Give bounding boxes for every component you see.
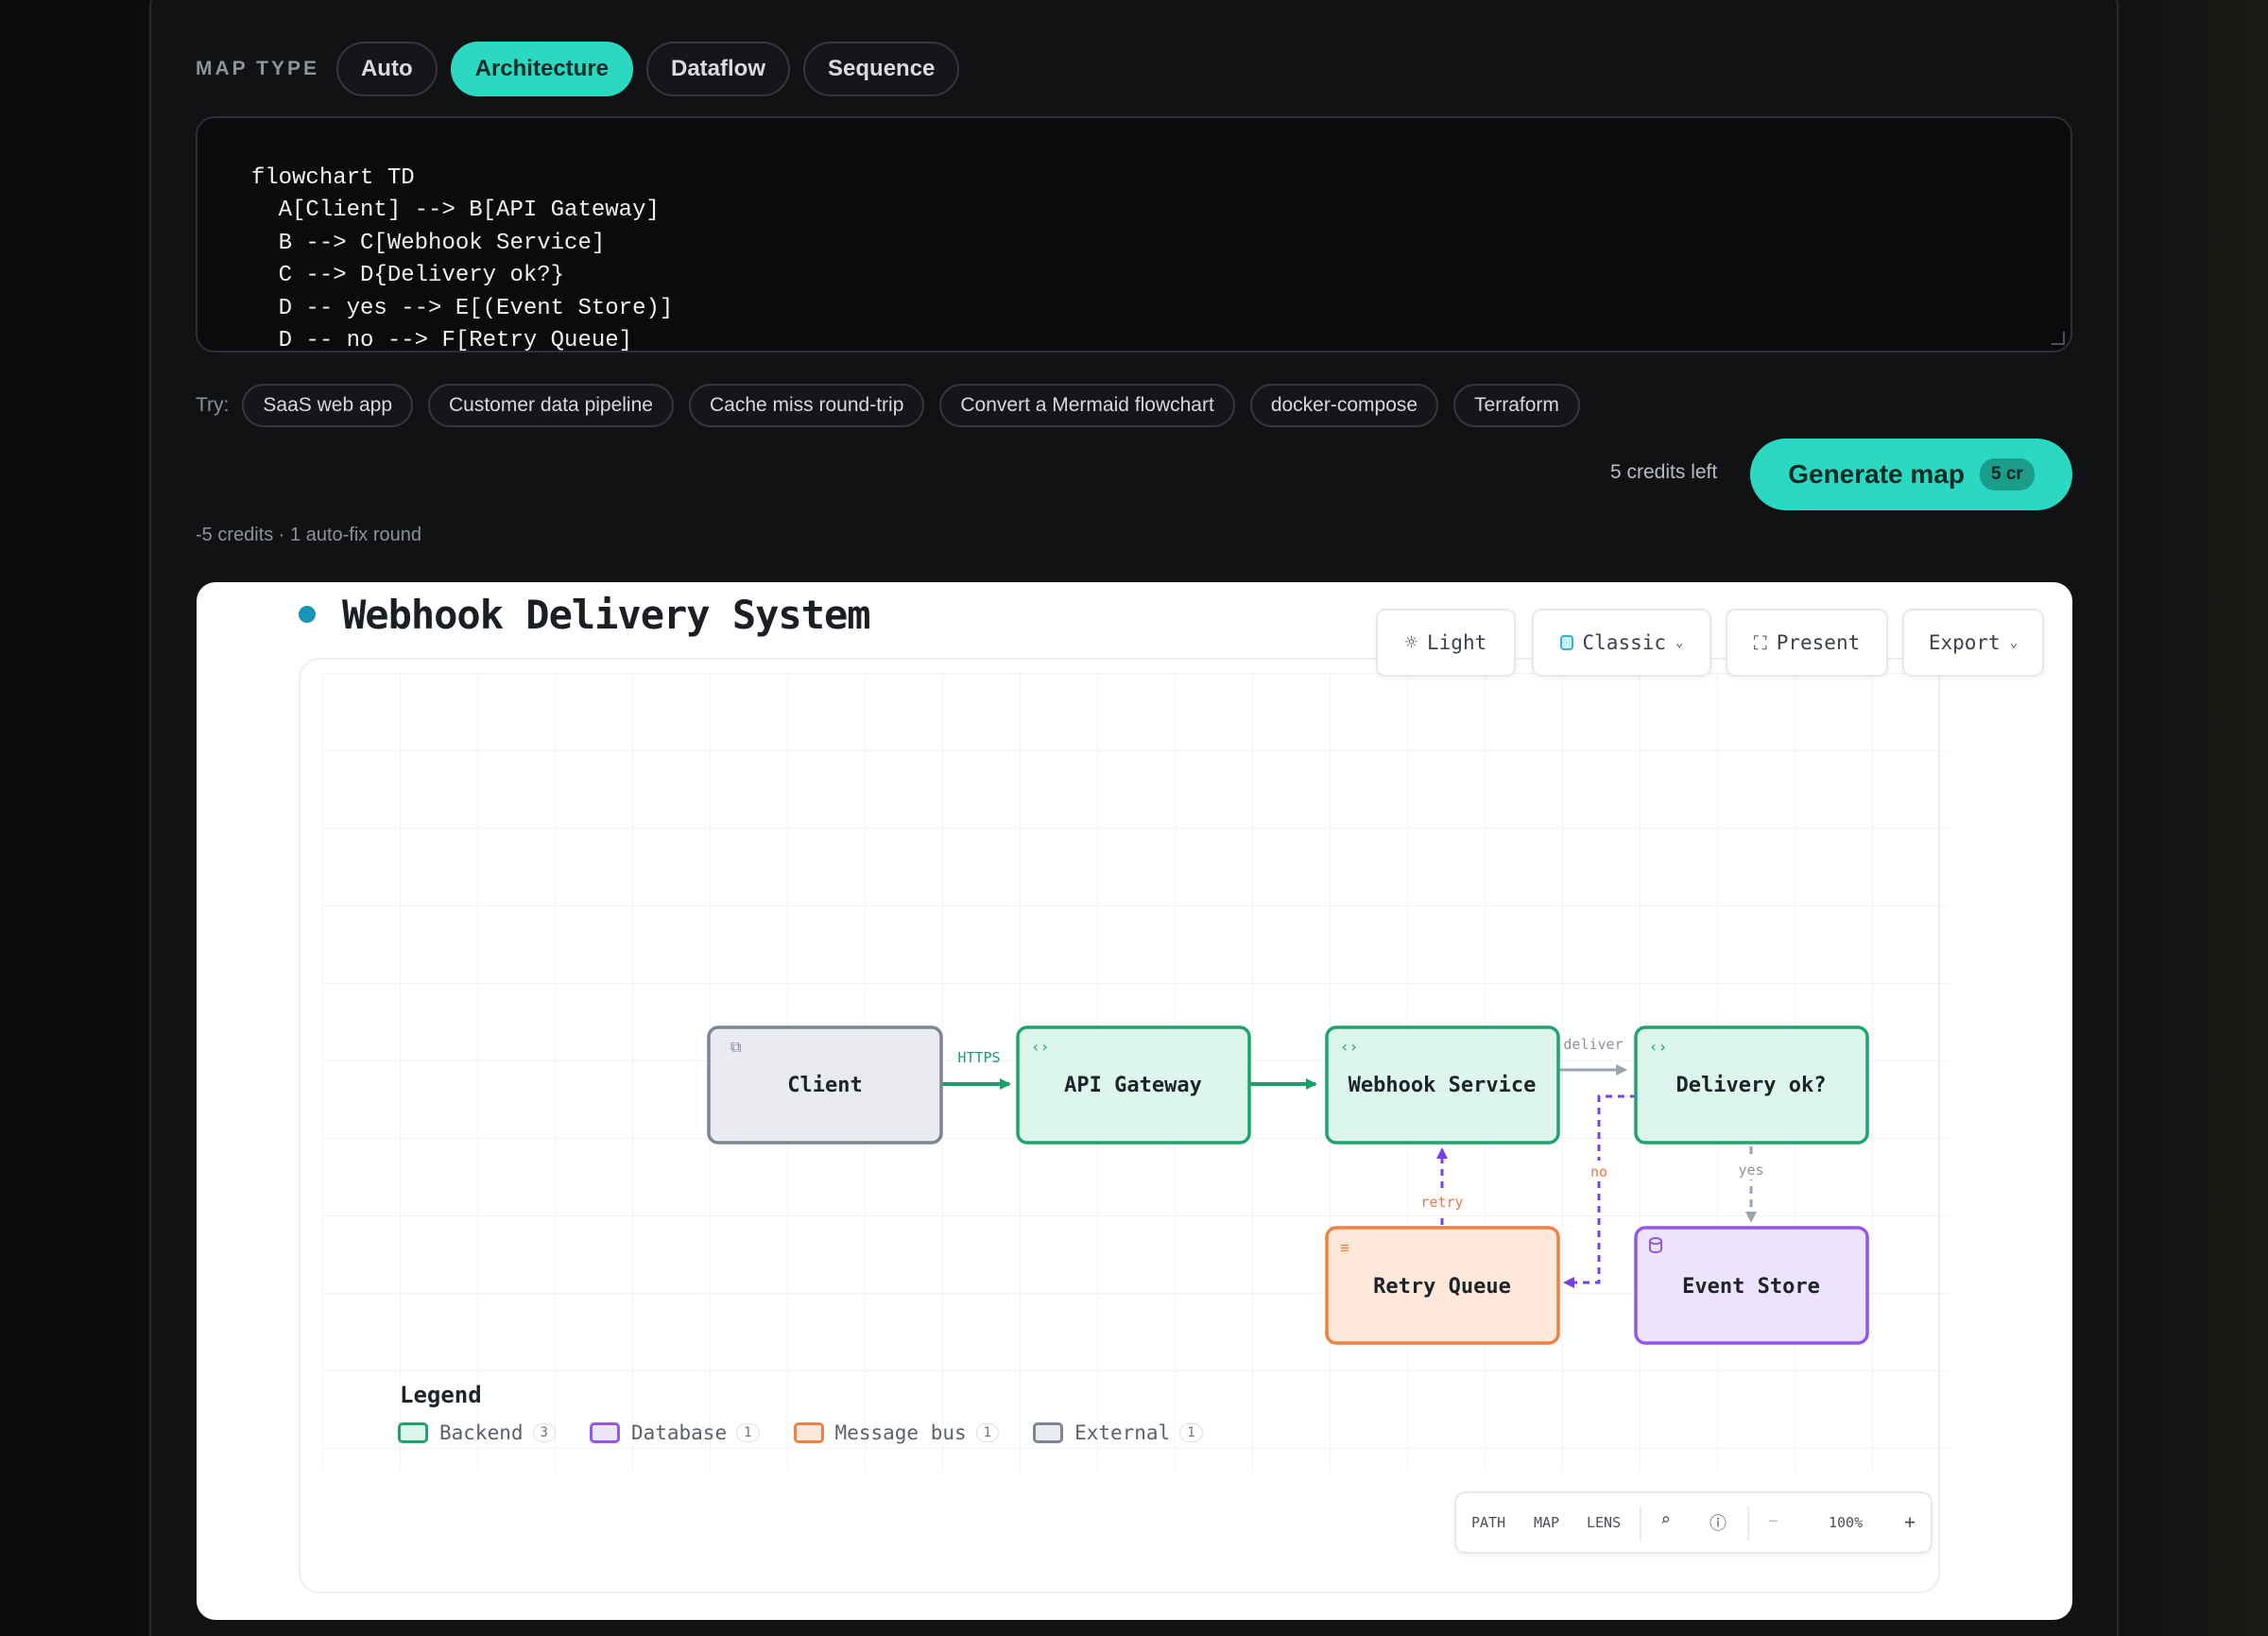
legend-swatch [398, 1422, 428, 1443]
legend-swatch [589, 1422, 620, 1443]
example-chip-customer-pipeline[interactable]: Customer data pipeline [428, 384, 674, 427]
credits-left: 5 credits left [1610, 461, 1718, 483]
generate-map-button[interactable]: Generate map 5 cr [1750, 439, 2072, 510]
legend-swatch [1033, 1422, 1064, 1443]
node-api-gateway-label: API Gateway [1064, 1074, 1202, 1097]
legend-count: 1 [1179, 1423, 1203, 1442]
example-chip-mermaid[interactable]: Convert a Mermaid flowchart [939, 384, 1235, 427]
cost-note: -5 credits · 1 auto-fix round [196, 525, 421, 545]
edge-retry-webhook: retry [1418, 1147, 1467, 1225]
zoom-level: 100% [1829, 1514, 1864, 1531]
zoom-in-button[interactable]: + [1904, 1510, 1916, 1533]
node-api-gateway[interactable]: ‹› API Gateway [1016, 1025, 1251, 1145]
example-chip-docker-compose[interactable]: docker-compose [1249, 384, 1439, 427]
example-chip-terraform[interactable]: Terraform [1453, 384, 1580, 427]
node-delivery-ok-label: Delivery ok? [1676, 1074, 1827, 1097]
try-label: Try: [196, 394, 230, 416]
legend-count: 1 [975, 1423, 1000, 1442]
generate-map-label: Generate map [1788, 459, 1965, 489]
map-type-label: MAP TYPE [196, 58, 319, 79]
background-right [2119, 0, 2268, 1636]
node-client[interactable]: ⧉ Client [707, 1025, 943, 1145]
node-retry-queue-label: Retry Queue [1373, 1275, 1511, 1299]
node-webhook-service[interactable]: ‹› Webhook Service [1325, 1025, 1560, 1145]
legend-item-backend[interactable]: Backend 3 [398, 1421, 556, 1444]
cost-badge: 5 cr [1979, 458, 2035, 491]
legend-count: 1 [736, 1423, 760, 1442]
legend-count: 3 [532, 1423, 556, 1442]
legend-label: External [1074, 1421, 1171, 1444]
edge-label-no: no [1590, 1163, 1607, 1180]
edge-label-deliver: deliver [1563, 1036, 1623, 1053]
node-delivery-ok[interactable]: ‹› Delivery ok? [1634, 1025, 1869, 1145]
example-chip-saas[interactable]: SaaS web app [242, 384, 413, 427]
zoom-out-button[interactable]: − [1768, 1511, 1778, 1531]
edge-delivery-eventstore: yes [1735, 1146, 1767, 1223]
node-client-label: Client [787, 1074, 862, 1097]
architecture-diagram: HTTPS deliver yes no retry ⧉ Client ‹› A… [707, 1025, 1869, 1345]
example-chip-cache-miss[interactable]: Cache miss round-trip [688, 384, 925, 427]
map-type-architecture[interactable]: Architecture [450, 42, 633, 96]
legend-item-message-bus[interactable]: Message bus 1 [793, 1421, 1000, 1444]
edge-webhook-delivery: deliver [1557, 1032, 1627, 1076]
code-icon: ‹› [1649, 1038, 1667, 1056]
legend-swatch [793, 1422, 824, 1443]
legend-label: Database [630, 1421, 728, 1444]
code-icon: ‹› [1031, 1038, 1049, 1056]
node-retry-queue[interactable]: ≡ Retry Queue [1325, 1226, 1560, 1345]
legend: Backend 3 Database 1 Message bus 1 Exter… [398, 1421, 1237, 1444]
search-icon[interactable]: ⌕ [1660, 1510, 1671, 1530]
divider [1747, 1507, 1749, 1541]
map-type-selector: MAP TYPE Auto Architecture Dataflow Sequ… [196, 42, 972, 96]
path-toggle[interactable]: PATH [1471, 1514, 1505, 1531]
legend-title: Legend [400, 1382, 482, 1408]
legend-label: Backend [439, 1421, 524, 1444]
editor-text: flowchart TD A[Client] --> B[API Gateway… [250, 164, 674, 353]
help-icon[interactable]: ⓘ [1710, 1510, 1727, 1535]
external-icon: ⧉ [730, 1040, 741, 1056]
map-type-sequence[interactable]: Sequence [803, 42, 960, 96]
code-icon: ‹› [1340, 1038, 1358, 1056]
resize-handle-icon[interactable] [2052, 332, 2065, 345]
edge-label-yes: yes [1738, 1162, 1763, 1179]
edge-label-https: HTTPS [957, 1049, 1000, 1066]
edge-label-retry: retry [1420, 1194, 1463, 1211]
node-event-store[interactable]: Event Store [1634, 1226, 1869, 1345]
edge-delivery-retry: no [1563, 1094, 1637, 1288]
divider [1640, 1507, 1641, 1541]
edge-client-api: HTTPS [941, 1049, 1011, 1090]
example-prompts: Try: SaaS web app Customer data pipeline… [196, 384, 1595, 427]
node-webhook-service-label: Webhook Service [1349, 1074, 1537, 1097]
canvas-controls: PATH MAP LENS ⌕ ⓘ − 100% + [1454, 1491, 1933, 1554]
map-toggle[interactable]: MAP [1534, 1514, 1559, 1531]
queue-icon: ≡ [1340, 1239, 1349, 1257]
map-type-dataflow[interactable]: Dataflow [646, 42, 791, 96]
legend-item-database[interactable]: Database 1 [589, 1421, 760, 1444]
diagram-source-editor[interactable]: flowchart TD A[Client] --> B[API Gateway… [196, 116, 2072, 353]
legend-label: Message bus [834, 1421, 967, 1444]
map-canvas: Webhook Delivery System ☼ Light Classic … [197, 582, 2072, 1620]
lens-toggle[interactable]: LENS [1587, 1514, 1621, 1531]
map-type-auto[interactable]: Auto [335, 42, 438, 96]
node-event-store-label: Event Store [1682, 1275, 1820, 1299]
legend-item-external[interactable]: External 1 [1033, 1421, 1203, 1444]
